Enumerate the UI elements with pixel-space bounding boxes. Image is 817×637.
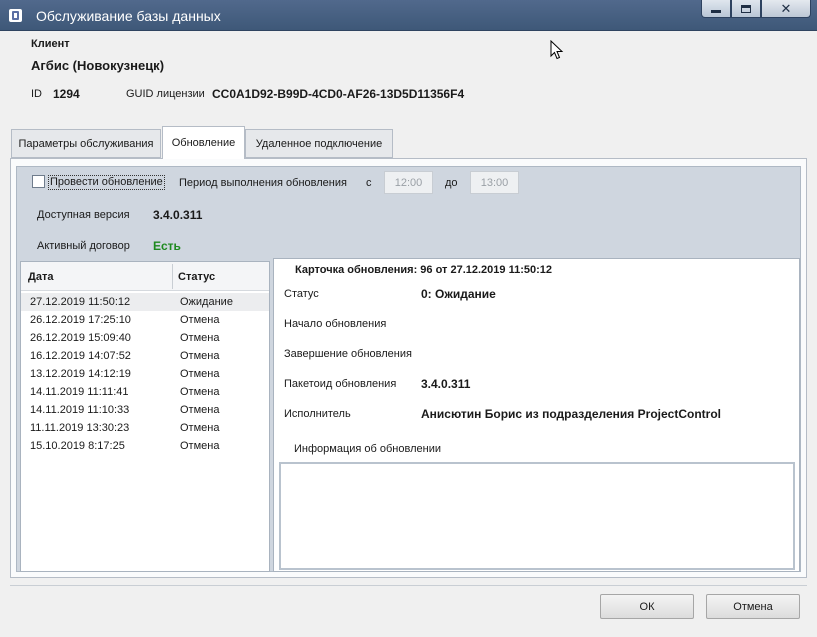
guid-label: GUID лицензии <box>126 88 205 100</box>
row-status: Отмена <box>180 404 220 416</box>
window-title: Обслуживание базы данных <box>36 8 221 24</box>
time-from-input[interactable]: 12:00 <box>384 171 433 194</box>
column-header-date[interactable]: Дата <box>28 271 53 283</box>
id-label: ID <box>31 88 42 100</box>
active-contract-label: Активный договор <box>37 240 130 252</box>
package-label: Пакетоид обновления <box>284 378 397 390</box>
info-textarea[interactable] <box>279 462 795 570</box>
guid-value: CC0A1D92-B99D-4CD0-AF26-13D5D11356F4 <box>212 87 465 101</box>
do-update-checkbox[interactable] <box>32 175 45 188</box>
row-status: Отмена <box>180 368 220 380</box>
start-label: Начало обновления <box>284 318 387 330</box>
table-row[interactable]: 27.12.2019 11:50:12 Ожидание <box>21 293 269 311</box>
ok-button[interactable]: ОК <box>600 594 694 619</box>
package-value: 3.4.0.311 <box>421 377 471 391</box>
minimize-button[interactable] <box>701 0 731 18</box>
tab-maintenance-params[interactable]: Параметры обслуживания <box>11 129 161 158</box>
table-row[interactable]: 16.12.2019 14:07:52 Отмена <box>21 347 269 365</box>
id-value: 1294 <box>53 87 80 101</box>
row-status: Отмена <box>180 350 220 362</box>
close-button[interactable]: ✕ <box>761 0 811 18</box>
status-value: 0: Ожидание <box>421 287 496 301</box>
executor-value: Анисютин Борис из подразделения ProjectC… <box>421 407 721 421</box>
update-history-list[interactable]: Дата Статус 27.12.2019 11:50:12 Ожидание… <box>20 261 270 572</box>
cursor-icon <box>550 40 564 60</box>
available-version-label: Доступная версия <box>37 209 130 221</box>
from-label: с <box>366 177 372 189</box>
to-label: до <box>445 177 458 189</box>
info-label: Информация об обновлении <box>294 443 441 455</box>
table-row[interactable]: 26.12.2019 17:25:10 Отмена <box>21 311 269 329</box>
client-name: Агбис (Новокузнецк) <box>31 58 165 73</box>
row-status: Ожидание <box>180 296 233 308</box>
status-label: Статус <box>284 288 319 300</box>
row-date: 26.12.2019 15:09:40 <box>30 332 131 344</box>
row-date: 15.10.2019 8:17:25 <box>30 440 125 452</box>
maximize-button[interactable] <box>731 0 761 18</box>
footer-divider <box>10 585 807 586</box>
table-row[interactable]: 14.11.2019 11:10:33 Отмена <box>21 401 269 419</box>
row-status: Отмена <box>180 422 220 434</box>
cancel-button[interactable]: Отмена <box>706 594 800 619</box>
executor-label: Исполнитель <box>284 408 351 420</box>
minimize-icon <box>711 10 721 13</box>
table-row[interactable]: 11.11.2019 13:30:23 Отмена <box>21 419 269 437</box>
row-date: 16.12.2019 14:07:52 <box>30 350 131 362</box>
update-card-title: Карточка обновления: 96 от 27.12.2019 11… <box>295 264 553 276</box>
row-date: 27.12.2019 11:50:12 <box>30 296 131 308</box>
end-label: Завершение обновления <box>284 348 412 360</box>
table-row[interactable]: 15.10.2019 8:17:25 Отмена <box>21 437 269 455</box>
tab-update[interactable]: Обновление <box>162 126 245 159</box>
do-update-label[interactable]: Провести обновление <box>48 175 165 190</box>
row-date: 11.11.2019 13:30:23 <box>30 422 130 434</box>
column-separator[interactable] <box>172 264 173 289</box>
row-status: Отмена <box>180 332 220 344</box>
row-status: Отмена <box>180 386 220 398</box>
row-date: 13.12.2019 14:12:19 <box>30 368 131 380</box>
app-icon <box>9 9 22 22</box>
client-label: Клиент <box>31 38 70 50</box>
table-row[interactable]: 26.12.2019 15:09:40 Отмена <box>21 329 269 347</box>
available-version-value: 3.4.0.311 <box>153 208 203 222</box>
column-header-status[interactable]: Статус <box>178 271 215 283</box>
table-row[interactable]: 14.11.2019 11:11:41 Отмена <box>21 383 269 401</box>
list-header: Дата Статус <box>21 262 269 291</box>
row-status: Отмена <box>180 440 220 452</box>
maximize-icon <box>741 4 751 13</box>
time-to-input[interactable]: 13:00 <box>470 171 519 194</box>
table-row[interactable]: 13.12.2019 14:12:19 Отмена <box>21 365 269 383</box>
tab-remote-connection[interactable]: Удаленное подключение <box>245 129 393 158</box>
period-label: Период выполнения обновления <box>179 177 347 189</box>
row-status: Отмена <box>180 314 220 326</box>
active-contract-value: Есть <box>153 239 181 253</box>
close-icon: ✕ <box>780 1 792 16</box>
row-date: 26.12.2019 17:25:10 <box>30 314 131 326</box>
row-date: 14.11.2019 11:10:33 <box>30 404 130 416</box>
row-date: 14.11.2019 11:11:41 <box>30 386 129 398</box>
